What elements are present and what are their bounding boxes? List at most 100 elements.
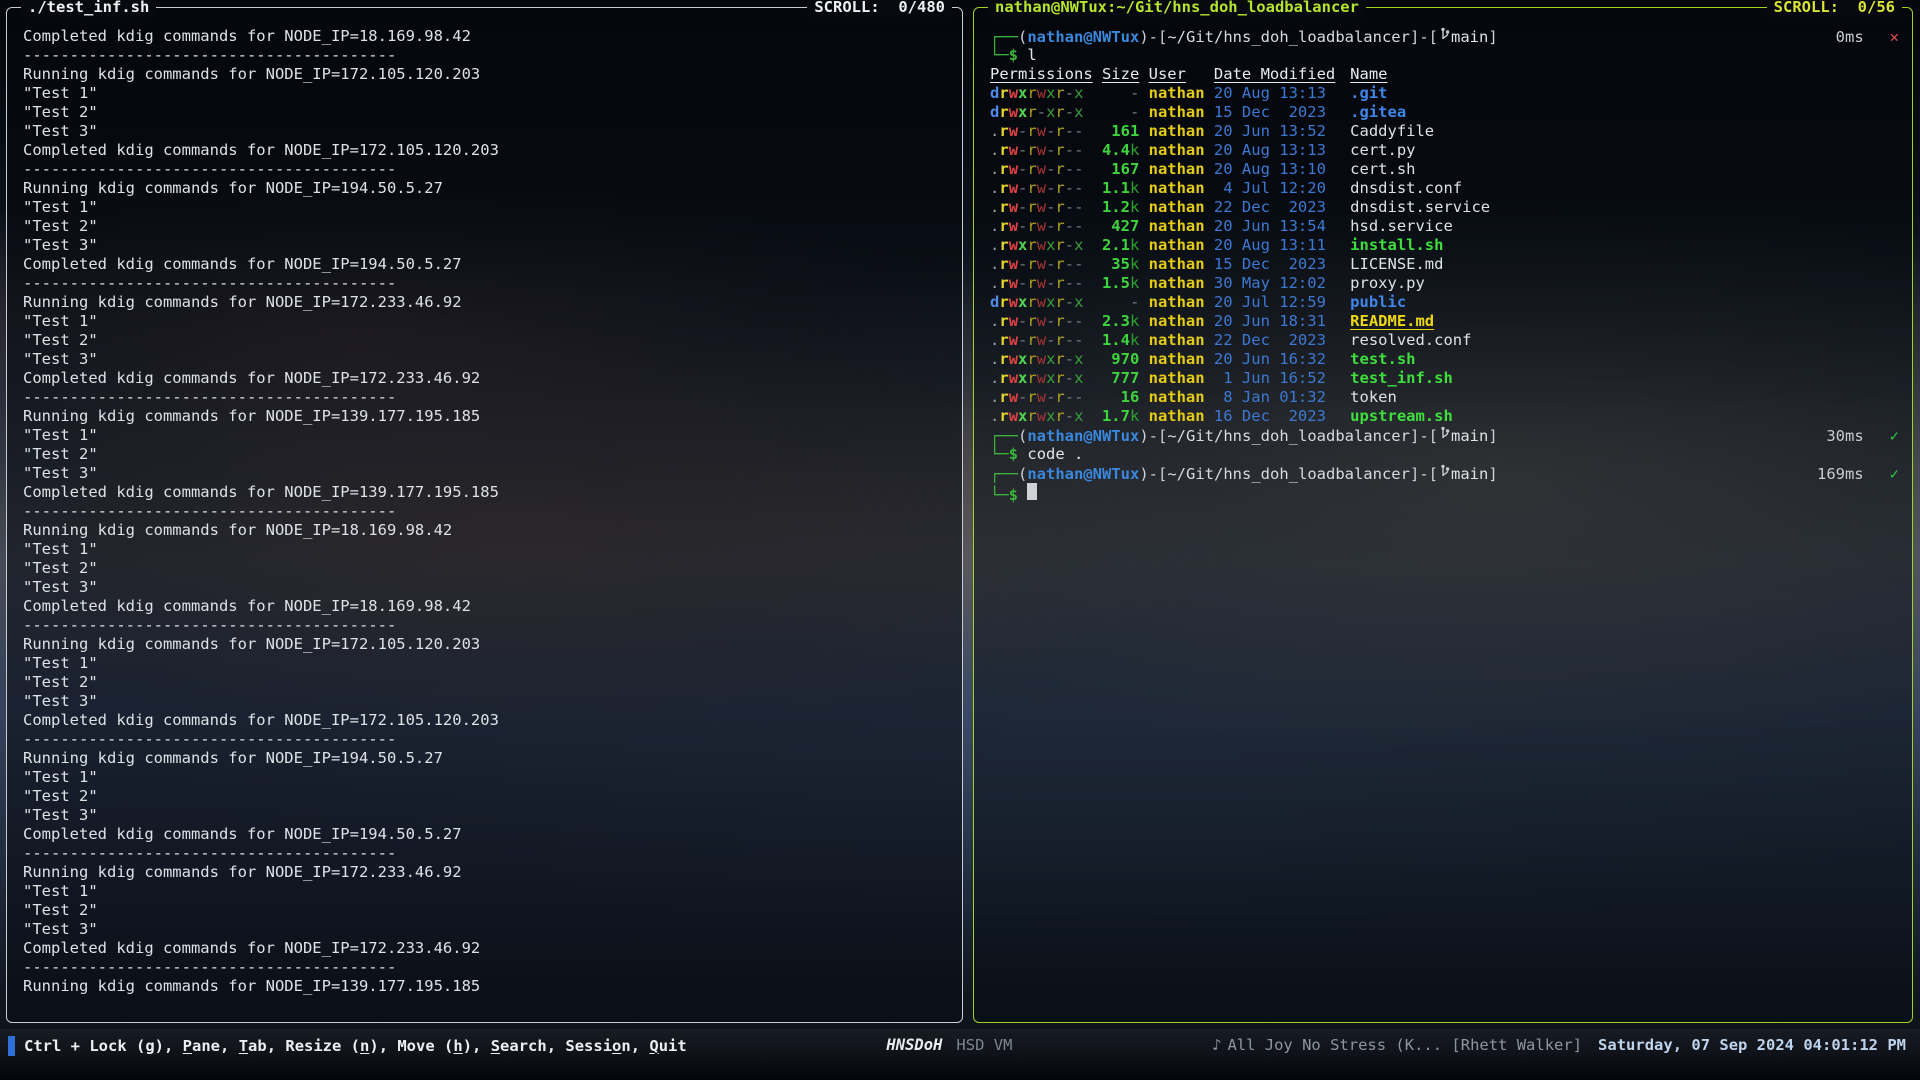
output-line: ---------------------------------------- <box>23 958 961 977</box>
output-line: "Test 3" <box>23 806 961 825</box>
output-line: "Test 2" <box>23 217 961 236</box>
output-line: "Test 2" <box>23 901 961 920</box>
output-line: Completed kdig commands for NODE_IP=194.… <box>23 825 961 844</box>
status-widgets: ♪All Joy No Stress (K... [Rhett Walker] … <box>1212 1036 1906 1055</box>
file-row: .rw-rw-r--1.5knathan30 May 12:02proxy.py <box>990 274 1911 293</box>
file-name: dnsdist.conf <box>1345 179 1911 198</box>
mode-indicator-block <box>8 1036 15 1056</box>
output-line: Running kdig commands for NODE_IP=139.17… <box>23 977 961 996</box>
file-row: .rw-rw-r--2.3knathan20 Jun 18:31README.m… <box>990 312 1911 331</box>
output-line: "Test 1" <box>23 540 961 559</box>
output-line: "Test 3" <box>23 464 961 483</box>
output-line: "Test 2" <box>23 103 961 122</box>
file-name: LICENSE.md <box>1345 255 1911 274</box>
prompt-user-host: nathan@NWTux <box>1027 28 1139 47</box>
command-duration: 30ms✓ <box>1826 427 1899 446</box>
prompt-path: ~/Git/hns_doh_loadbalancer <box>1167 28 1410 47</box>
status-bar: Ctrl + Lock (g), Pane, Tab, Resize (n), … <box>0 1029 1920 1080</box>
output-line: "Test 2" <box>23 331 961 350</box>
file-name: cert.py <box>1345 141 1911 160</box>
clock: Saturday, 07 Sep 2024 04:01:12 PM <box>1598 1036 1906 1055</box>
typed-command <box>1018 46 1027 65</box>
output-line: Running kdig commands for NODE_IP=18.169… <box>23 521 961 540</box>
output-line: Completed kdig commands for NODE_IP=172.… <box>23 711 961 730</box>
output-line: "Test 1" <box>23 84 961 103</box>
output-line: "Test 1" <box>23 654 961 673</box>
output-line: ---------------------------------------- <box>23 388 961 407</box>
file-name: Caddyfile <box>1345 122 1911 141</box>
file-row: .rw-rw-r--1.1knathan 4 Jul 12:20dnsdist.… <box>990 179 1911 198</box>
output-line: ---------------------------------------- <box>23 616 961 635</box>
output-line: Completed kdig commands for NODE_IP=18.1… <box>23 27 961 46</box>
typed-command: code . <box>1027 445 1083 464</box>
file-row: .rwxrwxr-x970nathan20 Jun 16:32test.sh <box>990 350 1911 369</box>
file-row: .rw-rw-r--4.4knathan20 Aug 13:13cert.py <box>990 141 1911 160</box>
file-row: .rwxrwxr-x2.1knathan20 Aug 13:11install.… <box>990 236 1911 255</box>
output-line: ---------------------------------------- <box>23 46 961 65</box>
command-duration: 169ms✓ <box>1817 465 1899 484</box>
output-line: Running kdig commands for NODE_IP=139.17… <box>23 407 961 426</box>
right-pane-title: nathan@NWTux:~/Git/hns_doh_loadbalancer <box>988 0 1366 17</box>
left-pane[interactable]: ./test_inf.sh SCROLL: 0/480 Completed kd… <box>6 7 963 1023</box>
right-pane-scroll-indicator: SCROLL: 0/56 <box>1767 0 1902 17</box>
output-line: Running kdig commands for NODE_IP=172.10… <box>23 635 961 654</box>
file-name: hsd.service <box>1345 217 1911 236</box>
file-name: dnsdist.service <box>1345 198 1911 217</box>
prompt-frame: ┌── <box>990 28 1018 47</box>
output-line: ---------------------------------------- <box>23 274 961 293</box>
file-name: upstream.sh <box>1345 407 1911 426</box>
file-name: .gitea <box>1345 103 1911 122</box>
output-line: Running kdig commands for NODE_IP=194.50… <box>23 179 961 198</box>
right-pane[interactable]: nathan@NWTux:~/Git/hns_doh_loadbalancer … <box>973 7 1913 1023</box>
output-line: Completed kdig commands for NODE_IP=172.… <box>23 369 961 388</box>
output-line: "Test 1" <box>23 882 961 901</box>
file-name: test.sh <box>1345 350 1911 369</box>
output-line: "Test 1" <box>23 768 961 787</box>
file-row: .rw-rw-r--35knathan15 Dec 2023LICENSE.md <box>990 255 1911 274</box>
output-line: "Test 3" <box>23 350 961 369</box>
output-line: ---------------------------------------- <box>23 730 961 749</box>
file-name: cert.sh <box>1345 160 1911 179</box>
output-line: "Test 2" <box>23 559 961 578</box>
file-name: .git <box>1345 84 1911 103</box>
session-name: HNSDoH <box>886 1036 942 1055</box>
file-list: drwxrwxr-x-nathan20 Aug 13:13.gitdrwxr-x… <box>990 84 1911 426</box>
file-row: drwxrwxr-x-nathan20 Aug 13:13.git <box>990 84 1911 103</box>
prompt-line: ┌──(nathan@NWTux)-[~/Git/hns_doh_loadbal… <box>990 27 1911 46</box>
output-line: ---------------------------------------- <box>23 502 961 521</box>
prompt-line: ┌──(nathan@NWTux)-[~/Git/hns_doh_loadbal… <box>990 464 1911 483</box>
right-terminal-output[interactable]: ┌──(nathan@NWTux)-[~/Git/hns_doh_loadbal… <box>975 21 1911 1021</box>
output-line: Running kdig commands for NODE_IP=194.50… <box>23 749 961 768</box>
output-line: "Test 2" <box>23 673 961 692</box>
output-line: "Test 1" <box>23 426 961 445</box>
output-line: "Test 3" <box>23 692 961 711</box>
output-line: "Test 1" <box>23 312 961 331</box>
output-line: "Test 3" <box>23 920 961 939</box>
output-line: ---------------------------------------- <box>23 844 961 863</box>
command-line: └─$ l <box>990 46 1911 65</box>
command-fail-icon: ✕ <box>1890 28 1899 46</box>
git-branch-icon <box>1440 426 1450 446</box>
file-row: .rwxrwxr-x1.7knathan16 Dec 2023upstream.… <box>990 407 1911 426</box>
active-prompt-line[interactable]: └─$ <box>990 483 1911 502</box>
command-ok-icon: ✓ <box>1890 427 1899 445</box>
command-duration: 0ms✕ <box>1836 28 1899 47</box>
file-row: .rw-rw-r--1.4knathan22 Dec 2023resolved.… <box>990 331 1911 350</box>
file-name: token <box>1345 388 1911 407</box>
session-info: HNSDoH HSD VM <box>886 1036 1012 1055</box>
file-name: resolved.conf <box>1345 331 1911 350</box>
tab-name: HSD VM <box>956 1036 1012 1055</box>
file-row: .rw-rw-r--161nathan20 Jun 13:52Caddyfile <box>990 122 1911 141</box>
output-line: ---------------------------------------- <box>23 160 961 179</box>
file-row: .rw-rw-r--1.2knathan22 Dec 2023dnsdist.s… <box>990 198 1911 217</box>
music-note-icon: ♪ <box>1212 1036 1221 1054</box>
left-terminal-output[interactable]: Completed kdig commands for NODE_IP=18.1… <box>8 21 961 1021</box>
git-branch-name: main <box>1451 28 1488 47</box>
file-row: .rwxrwxr-x777nathan 1 Jun 16:52test_inf.… <box>990 369 1911 388</box>
git-branch-icon <box>1440 27 1450 47</box>
prompt-line: ┌──(nathan@NWTux)-[~/Git/hns_doh_loadbal… <box>990 426 1911 445</box>
terminal-cursor <box>1027 483 1037 500</box>
left-pane-scroll-indicator: SCROLL: 0/480 <box>807 0 952 17</box>
keybind-hints: Ctrl + Lock (g), Pane, Tab, Resize (n), … <box>8 1036 687 1056</box>
file-row: drwxrwxr-x-nathan20 Jul 12:59public <box>990 293 1911 312</box>
